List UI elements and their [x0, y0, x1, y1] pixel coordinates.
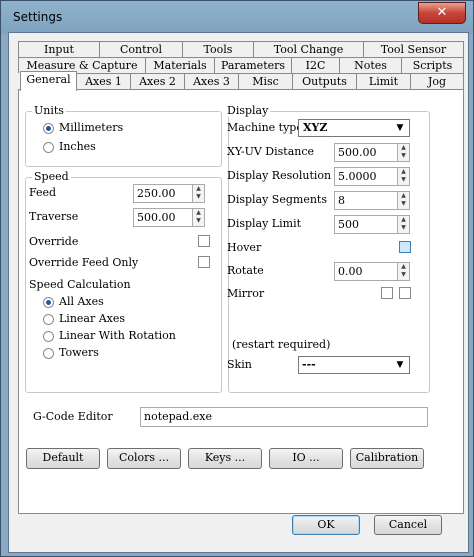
settings-window: Settings ✕ Input Control Tools Tool Chan… — [0, 0, 474, 557]
display-resolution-spinner[interactable]: ▲ ▼ — [398, 167, 410, 186]
hover-label: Hover — [227, 241, 262, 254]
tab-control[interactable]: Control — [99, 41, 183, 57]
machine-type-label: Machine type — [227, 121, 303, 134]
title-bar: Settings ✕ — [1, 1, 473, 34]
tab-tools[interactable]: Tools — [182, 41, 254, 57]
towers-label: Towers — [59, 346, 99, 359]
keys-button[interactable]: Keys ... — [188, 448, 262, 469]
tab-tool-change[interactable]: Tool Change — [253, 41, 364, 57]
display-title: Display — [225, 104, 271, 117]
colors-button[interactable]: Colors ... — [107, 448, 181, 469]
hover-checkbox[interactable] — [399, 241, 411, 253]
general-tab-panel: Units Millimeters Inches Speed Feed 250.… — [18, 89, 464, 514]
display-limit-label: Display Limit — [227, 217, 302, 230]
chevron-down-icon: ▼ — [396, 360, 404, 370]
speed-group: Speed Feed 250.00 ▲ ▼ Traverse 500.00 ▲ ▼ … — [25, 170, 222, 393]
speed-title: Speed — [32, 170, 71, 183]
linear-with-rotation-label: Linear With Rotation — [59, 329, 176, 342]
rotate-input[interactable]: 0.00 — [334, 262, 398, 281]
xy-uv-distance-label: XY-UV Distance — [227, 145, 315, 158]
chevron-down-icon: ▼ — [396, 123, 404, 133]
tab-jog[interactable]: Jog — [410, 73, 464, 89]
speed-calculation-title: Speed Calculation — [29, 278, 131, 291]
tab-general[interactable]: General — [20, 71, 77, 91]
tab-outputs[interactable]: Outputs — [292, 73, 357, 89]
feed-input[interactable]: 250.00 — [133, 184, 193, 203]
skin-label: Skin — [227, 358, 252, 371]
rotate-label: Rotate — [227, 264, 264, 277]
override-checkbox[interactable] — [198, 235, 210, 247]
display-segments-spinner[interactable]: ▲ ▼ — [398, 191, 410, 210]
display-resolution-label: Display Resolution — [227, 169, 332, 182]
linear-axes-label: Linear Axes — [59, 312, 126, 325]
tab-axes-1[interactable]: Axes 1 — [76, 73, 131, 89]
feed-spinner[interactable]: ▲ ▼ — [193, 184, 205, 203]
gcode-editor-label: G-Code Editor — [33, 410, 113, 423]
override-feed-only-label: Override Feed Only — [29, 256, 139, 269]
tab-misc[interactable]: Misc — [238, 73, 293, 89]
display-limit-input[interactable]: 500 — [334, 215, 398, 234]
inches-radio[interactable] — [43, 142, 54, 153]
display-limit-spinner[interactable]: ▲ ▼ — [398, 215, 410, 234]
tab-materials[interactable]: Materials — [145, 57, 215, 73]
window-title: Settings — [13, 10, 63, 24]
tab-notes[interactable]: Notes — [339, 57, 402, 73]
tab-parameters[interactable]: Parameters — [214, 57, 292, 73]
restart-required-note: (restart required) — [232, 338, 331, 351]
tab-i2c[interactable]: I2C — [291, 57, 340, 73]
machine-type-dropdown[interactable]: XYZ ▼ — [298, 119, 410, 137]
millimeters-label: Millimeters — [59, 121, 124, 134]
override-feed-only-checkbox[interactable] — [198, 256, 210, 268]
display-segments-input[interactable]: 8 — [334, 191, 398, 210]
ok-button[interactable]: OK — [292, 515, 360, 535]
rotate-spinner[interactable]: ▲ ▼ — [398, 262, 410, 281]
inches-label: Inches — [59, 140, 96, 153]
linear-with-rotation-radio[interactable] — [43, 331, 54, 342]
millimeters-radio[interactable] — [43, 123, 54, 134]
mirror-x-checkbox[interactable] — [381, 287, 393, 299]
dialog-client: Input Control Tools Tool Change Tool Sen… — [8, 32, 469, 553]
all-axes-radio[interactable] — [43, 297, 54, 308]
units-group: Units Millimeters Inches — [25, 104, 222, 167]
cancel-button[interactable]: Cancel — [374, 515, 442, 535]
traverse-spinner[interactable]: ▲ ▼ — [193, 208, 205, 227]
xy-uv-distance-spinner[interactable]: ▲ ▼ — [398, 143, 410, 162]
traverse-input[interactable]: 500.00 — [133, 208, 193, 227]
override-label: Override — [29, 235, 79, 248]
skin-dropdown[interactable]: --- ▼ — [298, 356, 410, 374]
linear-axes-radio[interactable] — [43, 314, 54, 325]
tab-tool-sensor[interactable]: Tool Sensor — [363, 41, 464, 57]
tab-axes-3[interactable]: Axes 3 — [184, 73, 239, 89]
tab-scripts[interactable]: Scripts — [401, 57, 464, 73]
close-button[interactable]: ✕ — [418, 2, 466, 24]
skin-value: --- — [302, 358, 316, 371]
feed-label: Feed — [29, 186, 57, 199]
io-button[interactable]: IO ... — [269, 448, 343, 469]
mirror-y-checkbox[interactable] — [399, 287, 411, 299]
calibration-button[interactable]: Calibration — [350, 448, 424, 469]
units-title: Units — [32, 104, 66, 117]
traverse-label: Traverse — [29, 210, 79, 223]
display-group: Display Machine type XYZ ▼ XY-UV Distanc… — [225, 104, 430, 393]
all-axes-label: All Axes — [59, 295, 104, 308]
display-segments-label: Display Segments — [227, 193, 327, 206]
tab-limit[interactable]: Limit — [356, 73, 411, 89]
tab-axes-2[interactable]: Axes 2 — [130, 73, 185, 89]
towers-radio[interactable] — [43, 348, 54, 359]
display-resolution-input[interactable]: 5.0000 — [334, 167, 398, 186]
default-button[interactable]: Default — [26, 448, 100, 469]
gcode-editor-input[interactable]: notepad.exe — [140, 407, 428, 427]
xy-uv-distance-input[interactable]: 500.00 — [334, 143, 398, 162]
machine-type-value: XYZ — [302, 121, 329, 134]
mirror-label: Mirror — [227, 287, 265, 300]
tab-input[interactable]: Input — [18, 41, 100, 57]
